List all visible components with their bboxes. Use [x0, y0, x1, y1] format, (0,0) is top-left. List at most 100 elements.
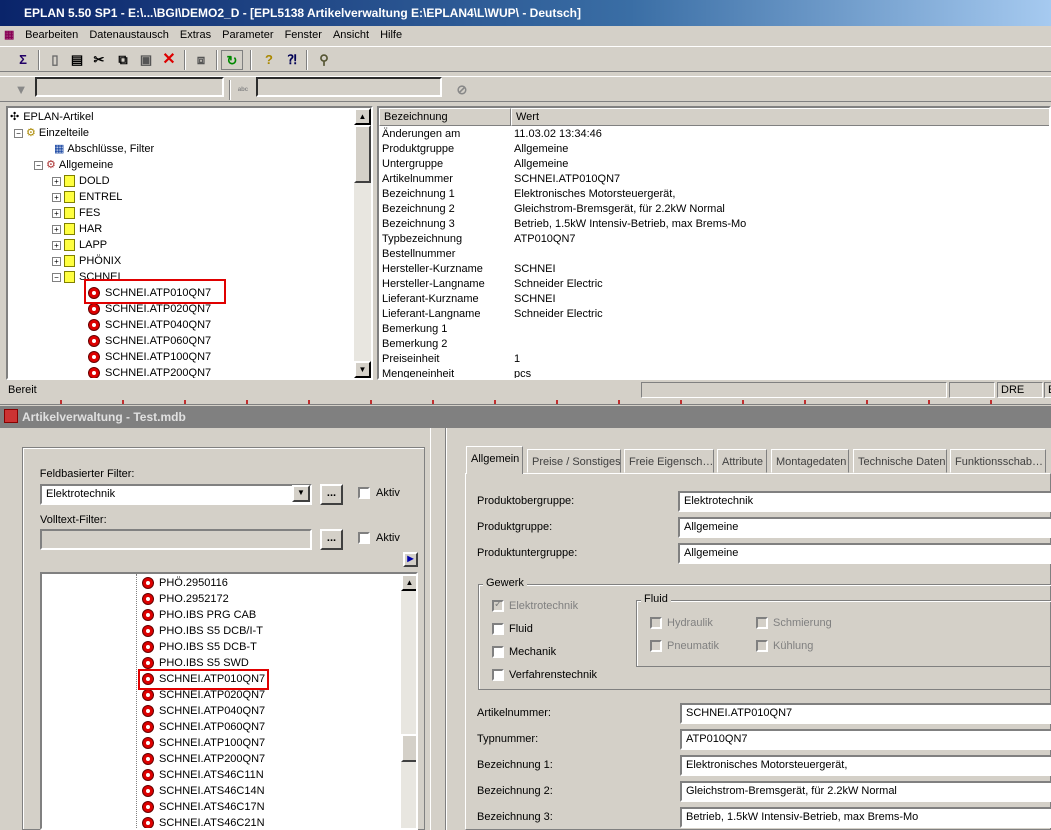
paste-icon[interactable]: ▣	[135, 50, 157, 70]
expand-icon[interactable]: +	[52, 256, 61, 266]
tree-item-manufacturer[interactable]: + PHÖNIX	[52, 253, 121, 269]
typnummer-field[interactable]: ATP010QN7	[680, 729, 1051, 750]
menu-parameter[interactable]: Parameter	[218, 26, 277, 45]
tab-6[interactable]: Funktionsschab…	[950, 449, 1046, 473]
list-scrollbar[interactable]: ▲	[401, 574, 416, 828]
fulltext-input[interactable]	[40, 529, 312, 550]
produktobergruppe-field[interactable]: Elektrotechnik	[678, 491, 1051, 512]
tab-2[interactable]: Freie Eigensch…	[624, 449, 714, 473]
filter-funnel-icon[interactable]: ▼	[10, 80, 32, 100]
list-item[interactable]: SCHNEI.ATP020QN7	[142, 687, 265, 703]
schmierung-checkbox[interactable]	[756, 617, 768, 629]
expand-icon[interactable]: +	[52, 192, 61, 202]
tree-item-article[interactable]: SCHNEI.ATP060QN7	[88, 333, 211, 349]
list-item[interactable]: SCHNEI.ATS46C14N	[142, 783, 265, 799]
list-item[interactable]: SCHNEI.ATP040QN7	[142, 703, 265, 719]
list-item[interactable]: PHÖ.2950116	[142, 575, 228, 591]
verfahrenstechnik-checkbox[interactable]	[492, 669, 504, 681]
tab-5[interactable]: Technische Daten	[853, 449, 947, 473]
kuehlung-checkbox[interactable]	[756, 640, 768, 652]
produktuntergruppe-field[interactable]: Allgemeine	[678, 543, 1051, 564]
bezeichnung3-field[interactable]: Betrieb, 1.5kW Intensiv-Betrieb, max Bre…	[680, 807, 1051, 828]
splitter[interactable]	[430, 428, 446, 830]
fluid-checkbox[interactable]	[492, 623, 504, 635]
collapse-icon[interactable]: −	[34, 160, 43, 170]
fulltext-filter-icon[interactable]: ᵃᵇᶜ	[232, 80, 254, 100]
field-filter-browse-button[interactable]: ...	[320, 484, 343, 505]
artikelnummer-field[interactable]: SCHNEI.ATP010QN7	[680, 703, 1051, 724]
expand-icon[interactable]: +	[52, 240, 61, 250]
scroll-down-button[interactable]: ▼	[354, 361, 371, 378]
search-binoculars-icon[interactable]: ⚲	[313, 50, 335, 70]
expand-arrow-icon[interactable]: ▶	[403, 552, 418, 567]
expand-icon[interactable]: +	[52, 224, 61, 234]
menu-bearbeiten[interactable]: Bearbeiten	[21, 26, 82, 45]
tab-3[interactable]: Attribute	[717, 449, 767, 473]
delete-icon[interactable]: ✕	[158, 50, 180, 70]
tab-1[interactable]: Preise / Sonstiges	[527, 449, 621, 473]
list-item[interactable]: SCHNEI.ATP200QN7	[142, 751, 265, 767]
field-filter-select[interactable]: Elektrotechnik	[40, 484, 312, 505]
fulltext-filter-combo[interactable]	[256, 77, 442, 97]
pneumatik-checkbox[interactable]	[650, 640, 662, 652]
tree-item-manufacturer[interactable]: + LAPP	[52, 237, 107, 253]
collapse-icon[interactable]: −	[52, 272, 61, 282]
produktgruppe-field[interactable]: Allgemeine	[678, 517, 1051, 538]
tree-item-manufacturer[interactable]: + DOLD	[52, 173, 110, 189]
list-item[interactable]: PHO.IBS S5 SWD	[142, 655, 249, 671]
bezeichnung1-field[interactable]: Elektronisches Motorsteuergerät,	[680, 755, 1051, 776]
tab-4[interactable]: Montagedaten	[771, 449, 849, 473]
field-filter-aktiv-checkbox[interactable]	[358, 487, 370, 499]
sum-icon[interactable]: Σ	[12, 50, 34, 70]
tree-item-abschluesse[interactable]: ▦ Abschlüsse, Filter	[54, 141, 154, 157]
tree-item-manufacturer[interactable]: + FES	[52, 205, 100, 221]
list-item[interactable]: PHO.IBS S5 DCB-T	[142, 639, 257, 655]
cut-icon[interactable]: ✂	[88, 50, 110, 70]
list-item[interactable]: SCHNEI.ATP060QN7	[142, 719, 265, 735]
tree-item-article[interactable]: SCHNEI.ATP040QN7	[88, 317, 211, 333]
header-bezeichnung[interactable]: Bezeichnung	[379, 108, 511, 126]
list-item[interactable]: PHO.2952172	[142, 591, 229, 607]
list-item[interactable]: PHO.IBS S5 DCB/I-T	[142, 623, 263, 639]
list-item[interactable]: SCHNEI.ATS46C17N	[142, 799, 265, 815]
elektrotechnik-checkbox[interactable]	[492, 599, 504, 612]
dropdown-arrow-icon[interactable]: ▼	[292, 485, 310, 502]
expand-icon[interactable]: +	[52, 176, 61, 186]
list-item[interactable]: SCHNEI.ATP100QN7	[142, 735, 265, 751]
clear-filter-icon[interactable]: ⊘	[451, 80, 473, 100]
context-help-icon[interactable]: ⁈	[281, 50, 303, 70]
help-icon[interactable]: ?	[258, 50, 280, 70]
tree-item-manufacturer[interactable]: − SCHNEI	[52, 269, 121, 285]
scroll-thumb[interactable]	[401, 734, 416, 762]
menu-system-icon[interactable]: ▦	[0, 26, 18, 45]
new-icon[interactable]: ▯	[44, 50, 66, 70]
tree-item-article[interactable]: SCHNEI.ATP010QN7	[88, 285, 211, 301]
tree-item-manufacturer[interactable]: + ENTREL	[52, 189, 122, 205]
list-item[interactable]: PHO.IBS PRG CAB	[142, 607, 256, 623]
refresh-icon[interactable]: ↻	[221, 50, 243, 70]
tree-item-article[interactable]: SCHNEI.ATP200QN7	[88, 365, 211, 378]
menu-datenaustausch[interactable]: Datenaustausch	[85, 26, 173, 45]
hydraulik-checkbox[interactable]	[650, 617, 662, 629]
bezeichnung2-field[interactable]: Gleichstrom-Bremsgerät, für 2.2kW Normal	[680, 781, 1051, 802]
tree-root[interactable]: ✣ EPLAN-Artikel	[10, 109, 94, 125]
menu-hilfe[interactable]: Hilfe	[376, 26, 406, 45]
tree-item-article[interactable]: SCHNEI.ATP020QN7	[88, 301, 211, 317]
collapse-icon[interactable]: −	[14, 128, 23, 138]
scroll-up-button[interactable]: ▲	[401, 574, 416, 591]
tree-item-einzelteile[interactable]: − ⚙ Einzelteile	[14, 125, 89, 141]
tree-item-article[interactable]: SCHNEI.ATP100QN7	[88, 349, 211, 365]
menu-fenster[interactable]: Fenster	[281, 26, 326, 45]
field-filter-combo[interactable]	[35, 77, 224, 97]
header-wert[interactable]: Wert	[511, 108, 1049, 126]
scroll-thumb[interactable]	[354, 125, 371, 183]
copy-icon[interactable]: ⧉	[112, 50, 134, 70]
menu-ansicht[interactable]: Ansicht	[329, 26, 373, 45]
tree-scrollbar[interactable]: ▲ ▼	[354, 108, 371, 378]
tree-item-manufacturer[interactable]: + HAR	[52, 221, 102, 237]
fulltext-aktiv-checkbox[interactable]	[358, 532, 370, 544]
tab-0[interactable]: Allgemein	[466, 446, 523, 474]
list-item[interactable]: SCHNEI.ATS46C21N	[142, 815, 265, 828]
fulltext-browse-button[interactable]: ...	[320, 529, 343, 550]
menu-extras[interactable]: Extras	[176, 26, 215, 45]
